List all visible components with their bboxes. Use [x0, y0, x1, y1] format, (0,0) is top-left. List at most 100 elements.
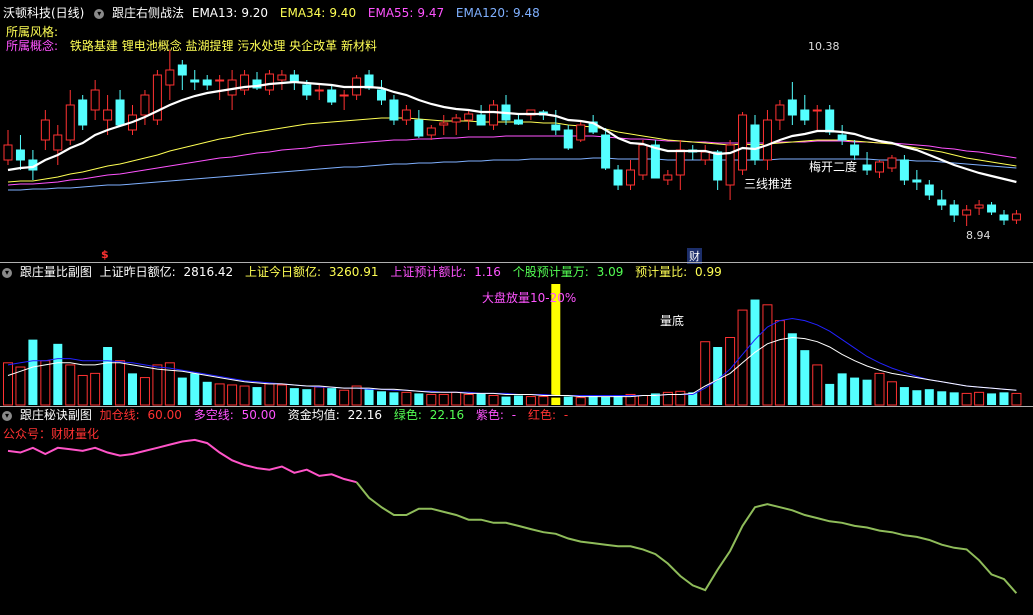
volume-bar — [762, 304, 773, 406]
volume-bar — [289, 388, 299, 405]
green-value: 22.16 — [429, 408, 465, 422]
candle-body — [875, 161, 884, 173]
ema120-line — [8, 157, 1017, 191]
candle-body — [949, 204, 959, 216]
volume-bar — [787, 333, 797, 405]
low-price-label: 8.94 — [966, 229, 991, 242]
short-line-value: 50.00 — [241, 408, 276, 422]
volume-bar — [40, 360, 51, 406]
candle-body — [899, 159, 909, 181]
fund-avg-chart[interactable] — [0, 425, 1033, 610]
volume-panel-name[interactable]: 跟庄量比副图 — [20, 265, 92, 279]
green-label: 绿色: — [393, 408, 422, 422]
candle-body — [663, 174, 673, 181]
volume-bar — [637, 395, 648, 406]
candle-body — [426, 127, 436, 136]
fund-avg-value: 22.16 — [347, 408, 383, 422]
volume-bar — [862, 379, 872, 405]
volume-bar — [302, 389, 312, 405]
marker-dollar[interactable]: $ — [101, 248, 109, 261]
sh-forecast-value: 1.16 — [474, 265, 501, 279]
chevron-down-icon[interactable]: ▾ — [2, 410, 12, 421]
high-price-label: 10.38 — [808, 40, 840, 53]
candle-body — [78, 99, 88, 126]
volume-bar — [276, 384, 287, 406]
volume-bar — [974, 391, 985, 406]
candle-body — [937, 199, 947, 206]
candle-body — [713, 151, 723, 181]
volume-bar — [513, 395, 523, 405]
chevron-down-icon[interactable]: ▾ — [2, 267, 12, 278]
volume-bar — [463, 393, 474, 406]
add-line-value: 60.00 — [147, 408, 182, 422]
volume-bar — [438, 393, 449, 406]
volume-bar — [214, 383, 225, 406]
volume-bar — [3, 362, 13, 406]
volume-bar — [924, 389, 934, 405]
candle-body — [476, 114, 486, 126]
volume-bar — [202, 381, 212, 405]
volume-bar — [837, 373, 847, 405]
candle-body — [464, 113, 474, 121]
volume-bar — [999, 392, 1009, 405]
candle-body — [962, 209, 972, 216]
candle-body — [750, 124, 760, 161]
volume-bar — [987, 393, 997, 405]
sh-today-value: 3260.91 — [328, 265, 379, 279]
volume-bar — [327, 388, 337, 405]
fund-avg-label: 资金均值: — [287, 408, 340, 422]
volume-bar — [90, 372, 101, 406]
candle-body — [825, 109, 835, 133]
candle-body — [924, 184, 934, 196]
candle-body — [190, 79, 200, 83]
panel-divider-1[interactable] — [0, 262, 1033, 263]
volume-bar — [139, 377, 150, 406]
volume-bar — [252, 387, 262, 405]
volume-bar — [103, 347, 113, 405]
candle-body — [601, 134, 611, 169]
volume-bar — [314, 386, 325, 406]
volume-bar — [227, 384, 238, 406]
volume-bar — [53, 343, 63, 405]
candle-body — [1011, 213, 1021, 221]
volume-bar — [850, 377, 860, 405]
forecast-ratio-label: 预计量比: — [635, 265, 688, 279]
candle-body — [302, 84, 312, 96]
candle-body — [40, 119, 50, 141]
candle-body — [626, 169, 635, 186]
volume-bar — [28, 339, 38, 405]
secret-panel-header: ▾ 跟庄秘诀副图 加仓线: 60.00 多空线: 50.00 资金均值: 22.… — [0, 407, 576, 423]
red-value: - — [563, 408, 569, 422]
volume-bar — [239, 385, 250, 406]
candle-body — [850, 144, 860, 156]
volume-bar — [451, 391, 462, 406]
candle-body — [675, 149, 685, 176]
volume-bar — [800, 350, 810, 405]
candle-body — [551, 124, 561, 131]
price-chart[interactable] — [0, 12, 1033, 262]
forecast-ratio-value: 0.99 — [695, 265, 722, 279]
volume-bar — [77, 374, 88, 406]
volume-bar — [177, 377, 187, 405]
volume-bar — [575, 397, 586, 406]
red-label: 红色: — [527, 408, 557, 422]
volume-bar — [949, 392, 959, 405]
candle-body — [53, 134, 63, 151]
candle-body — [327, 89, 337, 103]
annotation-market: 大盘放量10-20% — [482, 291, 577, 305]
candle-body — [103, 109, 113, 121]
candle-body — [576, 124, 586, 141]
volume-bar — [700, 341, 711, 406]
purple-value: - — [511, 408, 517, 422]
volume-bar — [912, 390, 922, 405]
secret-panel-name[interactable]: 跟庄秘诀副图 — [20, 408, 92, 422]
candle-body — [140, 94, 150, 116]
candle-body — [800, 109, 810, 121]
stock-forecast-label: 个股预计量万: — [512, 265, 589, 279]
candle-body — [377, 89, 386, 101]
candle-body — [700, 151, 710, 161]
volume-bar — [501, 396, 511, 405]
volume-bar — [65, 364, 76, 406]
candle-body — [887, 157, 897, 169]
purple-label: 紫色: — [475, 408, 504, 422]
